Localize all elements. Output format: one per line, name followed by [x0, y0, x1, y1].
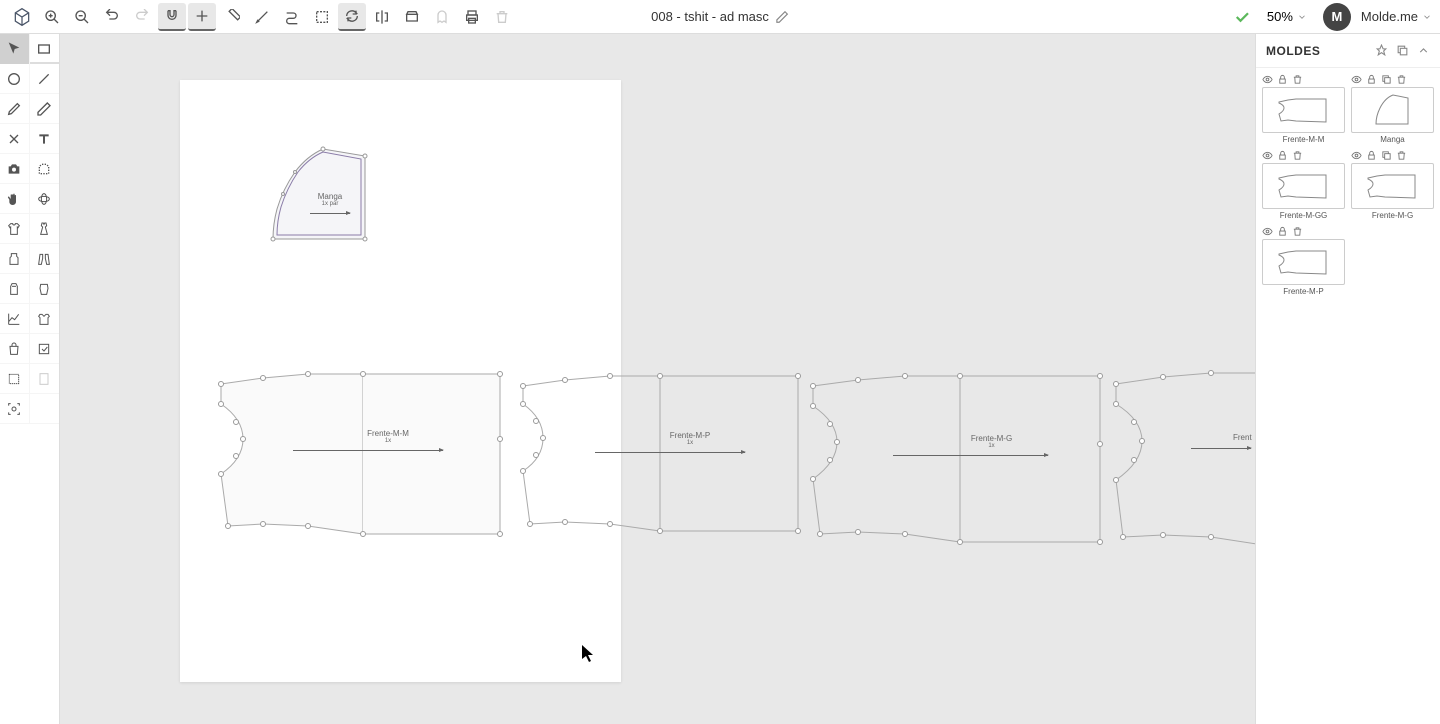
layout-tool[interactable]: [0, 364, 30, 394]
print-icon[interactable]: [458, 3, 486, 31]
rectangle-tool[interactable]: [30, 34, 59, 64]
canvas[interactable]: Manga 1x par Frente-M-M 1x: [60, 34, 1255, 724]
bag-tool[interactable]: [0, 334, 30, 364]
molde-item[interactable]: Frente-M-M: [1262, 74, 1345, 144]
select-tool[interactable]: [0, 34, 30, 64]
user-menu[interactable]: Molde.me: [1361, 9, 1432, 24]
pattern-frente-mg[interactable]: Frente-M-G 1x: [800, 334, 1110, 549]
text-tool[interactable]: [30, 124, 59, 154]
collapse-icon[interactable]: [1417, 44, 1430, 57]
circle-tool[interactable]: [0, 64, 30, 94]
molde-item[interactable]: Manga: [1351, 74, 1434, 144]
pattern-frente-mp[interactable]: Frente-M-P 1x: [510, 336, 810, 541]
chevron-down-icon: [1422, 12, 1432, 22]
grid-icon[interactable]: [188, 3, 216, 31]
molde-item[interactable]: Frente-M-P: [1262, 226, 1345, 296]
trash-icon[interactable]: [1396, 74, 1407, 85]
ghost-icon[interactable]: [428, 3, 456, 31]
pattern4-tool[interactable]: [30, 274, 59, 304]
logo-icon[interactable]: [8, 3, 36, 31]
select-area-icon[interactable]: [308, 3, 336, 31]
shape-tool[interactable]: [30, 154, 59, 184]
mirror-icon[interactable]: [368, 3, 396, 31]
dress-tool[interactable]: [30, 214, 59, 244]
export-tool[interactable]: [30, 334, 59, 364]
lock-icon[interactable]: [1366, 74, 1377, 85]
eye-icon[interactable]: [1351, 150, 1362, 161]
title-text: 008 - tshit - ad masc: [651, 9, 769, 24]
layers-icon[interactable]: [398, 3, 426, 31]
edit-title-icon[interactable]: [775, 10, 789, 24]
eye-icon[interactable]: [1262, 150, 1273, 161]
pattern3-tool[interactable]: [0, 274, 30, 304]
lock-icon[interactable]: [1277, 226, 1288, 237]
saved-check-icon: [1233, 8, 1251, 26]
lock-icon[interactable]: [1366, 150, 1377, 161]
eye-icon[interactable]: [1262, 226, 1273, 237]
zoom-in-icon[interactable]: [38, 3, 66, 31]
lock-icon[interactable]: [1277, 74, 1288, 85]
eye-icon[interactable]: [1351, 74, 1362, 85]
pattern-manga[interactable]: Manga 1x par: [265, 144, 375, 249]
pin-icon[interactable]: [1375, 44, 1388, 57]
pattern1-tool[interactable]: [0, 244, 30, 274]
document-title: 008 - tshit - ad masc: [651, 9, 789, 24]
snap-icon[interactable]: [158, 3, 186, 31]
graph-tool[interactable]: [0, 304, 30, 334]
trash-icon[interactable]: [1292, 74, 1303, 85]
trash-icon[interactable]: [1396, 150, 1407, 161]
scan-tool[interactable]: [0, 394, 30, 424]
zoom-out-icon[interactable]: [68, 3, 96, 31]
mesh-tool[interactable]: [30, 184, 59, 214]
hand-tool[interactable]: [0, 184, 30, 214]
redo-icon[interactable]: [128, 3, 156, 31]
path-icon[interactable]: [278, 3, 306, 31]
undo-icon[interactable]: [98, 3, 126, 31]
shirt2-tool[interactable]: [30, 304, 59, 334]
copy-icon[interactable]: [1381, 74, 1392, 85]
page-tool[interactable]: [30, 364, 59, 394]
panel-title: MOLDES: [1266, 44, 1320, 58]
zoom-value: 50%: [1267, 9, 1293, 24]
shirt-tool[interactable]: [0, 214, 30, 244]
molde-item[interactable]: Frente-M-GG: [1262, 150, 1345, 220]
chevron-down-icon: [1297, 12, 1307, 22]
pattern-frente-mm[interactable]: Frente-M-M 1x: [208, 334, 508, 544]
camera-tool[interactable]: [0, 154, 30, 184]
left-toolbar: [0, 34, 60, 724]
molde-item[interactable]: Frente-M-G: [1351, 150, 1434, 220]
trash-icon[interactable]: [1292, 226, 1303, 237]
eye-icon[interactable]: [1262, 74, 1273, 85]
delete-icon[interactable]: [488, 3, 516, 31]
ruler-icon[interactable]: [218, 3, 246, 31]
pencil-tool[interactable]: [30, 94, 59, 124]
trash-icon[interactable]: [1292, 150, 1303, 161]
measure-icon[interactable]: [248, 3, 276, 31]
user-avatar[interactable]: M: [1323, 3, 1351, 31]
close-tool[interactable]: [0, 124, 30, 154]
zoom-select[interactable]: 50%: [1261, 7, 1313, 26]
lock-icon[interactable]: [1277, 150, 1288, 161]
pattern2-tool[interactable]: [30, 244, 59, 274]
copy-icon[interactable]: [1381, 150, 1392, 161]
line-tool[interactable]: [30, 64, 59, 94]
empty-tool: [30, 394, 59, 424]
top-toolbar: 008 - tshit - ad masc 50% M Molde.me: [0, 0, 1440, 34]
refresh-icon[interactable]: [338, 3, 366, 31]
moldes-panel: MOLDES Frente-M-M Manga: [1255, 34, 1440, 724]
copy-icon[interactable]: [1396, 44, 1409, 57]
pattern-frente-partial[interactable]: Frent: [1103, 330, 1255, 550]
pen-tool[interactable]: [0, 94, 30, 124]
